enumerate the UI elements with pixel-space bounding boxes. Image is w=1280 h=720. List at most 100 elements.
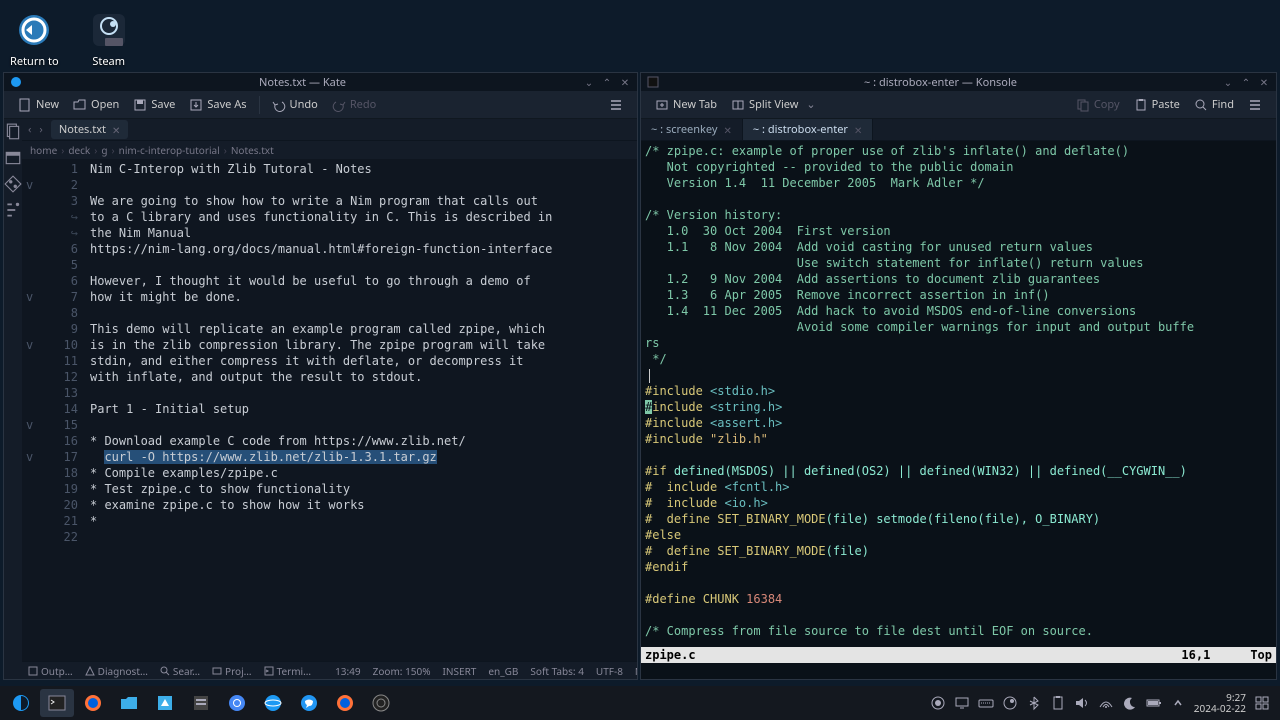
output-icon xyxy=(28,666,38,676)
status-tabs[interactable]: Soft Tabs: 4 xyxy=(530,664,584,678)
hamburger-icon xyxy=(1248,98,1262,112)
tab-close[interactable]: ✕ xyxy=(724,123,732,137)
kate-app-icon xyxy=(10,76,22,88)
paste-button[interactable]: Paste xyxy=(1128,93,1186,116)
task-settings[interactable] xyxy=(184,689,218,717)
saveas-button[interactable]: Save As xyxy=(183,93,252,116)
find-button[interactable]: Find xyxy=(1188,93,1240,116)
terminal-content[interactable]: /* zpipe.c: example of proper use of zli… xyxy=(641,141,1276,647)
task-chat[interactable] xyxy=(292,689,326,717)
konsole-tabstrip: ~ : screenkey✕ ~ : distrobox-enter✕ xyxy=(641,119,1276,141)
documents-icon[interactable] xyxy=(4,123,22,141)
konsole-titlebar[interactable]: ~ : distrobox-enter — Konsole ⌄ ⌃ ✕ xyxy=(641,73,1276,91)
minimize-button[interactable]: ⌄ xyxy=(583,76,595,88)
kate-tabstrip: ‹ › Notes.txt ✕ + ◫ xyxy=(22,119,637,141)
return-icon xyxy=(16,12,52,48)
desktop-icon-label: Return to xyxy=(10,54,59,69)
konsole-tab[interactable]: ~ : screenkey✕ xyxy=(641,119,743,140)
close-button[interactable]: ✕ xyxy=(619,76,631,88)
web-icon xyxy=(263,693,283,713)
task-discover[interactable] xyxy=(148,689,182,717)
editor-content[interactable]: Nim C-Interop with Zlib Tutoral - NotesW… xyxy=(86,159,637,661)
firefox-icon xyxy=(335,693,355,713)
maximize-button[interactable]: ⌃ xyxy=(1240,76,1252,88)
kate-tab[interactable]: Notes.txt ✕ xyxy=(51,120,129,139)
redo-button[interactable]: Redo xyxy=(326,93,382,116)
desktop-icon-return[interactable]: Return to xyxy=(10,10,59,69)
task-web[interactable] xyxy=(256,689,290,717)
copy-icon xyxy=(1076,98,1090,112)
tab-close[interactable]: ✕ xyxy=(854,123,862,137)
tray-expand-icon[interactable] xyxy=(1170,695,1186,711)
status-mode[interactable]: INSERT xyxy=(443,664,477,678)
terminal-icon xyxy=(264,666,274,676)
terminal-cursor xyxy=(649,369,650,383)
tray-network-icon[interactable] xyxy=(1098,695,1114,711)
status-search[interactable]: Sear… xyxy=(160,664,200,678)
status-output[interactable]: Outp… xyxy=(28,664,73,678)
tray-battery-icon[interactable] xyxy=(1146,695,1162,711)
paste-icon xyxy=(1134,98,1148,112)
task-dolphin[interactable] xyxy=(112,689,146,717)
task-firefox[interactable] xyxy=(76,689,110,717)
status-position[interactable]: 13:49 xyxy=(335,664,361,678)
konsole-tab[interactable]: ~ : distrobox-enter✕ xyxy=(743,119,873,140)
tray-record-icon[interactable] xyxy=(930,695,946,711)
line-gutter[interactable]: 12v3↪↪6567v8910v1112131415v1617v18192021… xyxy=(22,159,86,661)
konsole-toolbar: New Tab Split View⌄ Copy Paste Find xyxy=(641,91,1276,119)
kate-statusbar: Outp… Diagnost… Sear… Proj… Termi… 13:49… xyxy=(22,661,637,679)
search-icon xyxy=(160,666,170,676)
hamburger-button[interactable] xyxy=(1242,94,1268,116)
tab-close[interactable]: ✕ xyxy=(112,123,120,137)
tray-keyboard-icon[interactable] xyxy=(978,695,994,711)
filesystem-icon[interactable] xyxy=(4,149,22,167)
saveas-icon xyxy=(189,98,203,112)
folder-open-icon xyxy=(73,98,87,112)
tray-bluetooth-icon[interactable] xyxy=(1026,695,1042,711)
tray-steam-icon[interactable] xyxy=(1002,695,1018,711)
status-terminal[interactable]: Termi… xyxy=(264,664,311,678)
taskbar-clock[interactable]: 9:27 2024-02-22 xyxy=(1194,692,1246,714)
tray-display-icon[interactable] xyxy=(954,695,970,711)
open-button[interactable]: Open xyxy=(67,93,125,116)
nav-back[interactable]: ‹ xyxy=(28,122,31,137)
symbols-icon[interactable] xyxy=(4,201,22,219)
diagnostics-icon xyxy=(85,666,95,676)
nav-forward[interactable]: › xyxy=(39,122,42,137)
status-zoom[interactable]: Zoom: 150% xyxy=(373,664,431,678)
close-button[interactable]: ✕ xyxy=(1258,76,1270,88)
new-button[interactable]: New xyxy=(12,93,65,116)
kate-toolbar: New Open Save Save As Undo Redo xyxy=(4,91,637,119)
hamburger-button[interactable] xyxy=(603,94,629,116)
splitview-button[interactable]: Split View⌄ xyxy=(725,93,822,116)
kate-titlebar[interactable]: Notes.txt — Kate ⌄ ⌃ ✕ xyxy=(4,73,637,91)
undo-icon xyxy=(272,98,286,112)
tray-volume-icon[interactable] xyxy=(1074,695,1090,711)
file-icon xyxy=(18,98,32,112)
tray-night-icon[interactable] xyxy=(1122,695,1138,711)
desktop-icon-steam[interactable]: Steam xyxy=(89,10,129,69)
task-chromium[interactable] xyxy=(220,689,254,717)
discover-icon xyxy=(155,693,175,713)
tray-clipboard-icon[interactable] xyxy=(1050,695,1066,711)
copy-button[interactable]: Copy xyxy=(1070,93,1126,116)
status-projects[interactable]: Proj… xyxy=(212,664,252,678)
task-firefox2[interactable] xyxy=(328,689,362,717)
status-encoding[interactable]: UTF-8 xyxy=(596,664,623,678)
git-icon[interactable] xyxy=(4,175,22,193)
newtab-button[interactable]: New Tab xyxy=(649,93,723,116)
maximize-button[interactable]: ⌃ xyxy=(601,76,613,88)
app-launcher[interactable] xyxy=(4,689,38,717)
status-profile[interactable]: Normal xyxy=(635,664,637,678)
status-diagnostics[interactable]: Diagnost… xyxy=(85,664,148,678)
status-lang[interactable]: en_GB xyxy=(488,664,518,678)
settings-icon xyxy=(191,693,211,713)
minimize-button[interactable]: ⌄ xyxy=(1222,76,1234,88)
konsole-app-icon xyxy=(647,76,659,88)
show-desktop-icon[interactable] xyxy=(1254,695,1270,711)
task-obs[interactable] xyxy=(364,689,398,717)
task-konsole[interactable] xyxy=(40,689,74,717)
save-button[interactable]: Save xyxy=(127,93,181,116)
breadcrumbs[interactable]: home› deck› g› nim-c-interop-tutorial› N… xyxy=(22,141,637,159)
undo-button[interactable]: Undo xyxy=(266,93,324,116)
